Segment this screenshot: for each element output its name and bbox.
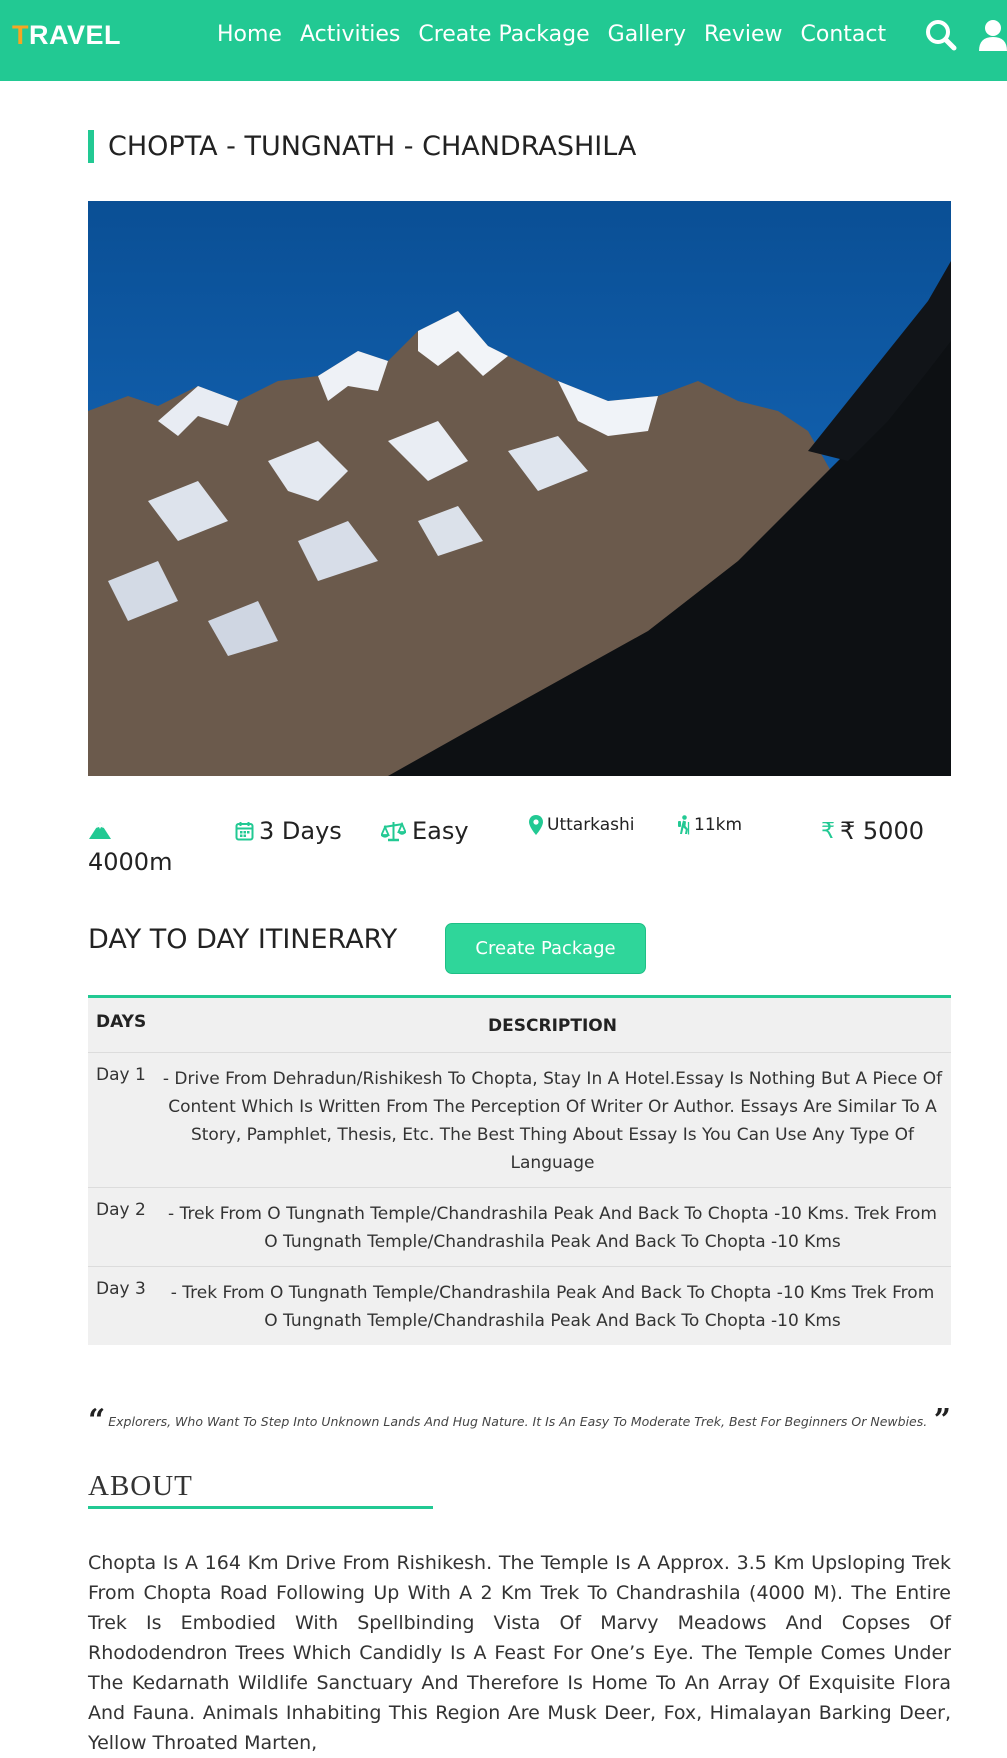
nav-review[interactable]: Review	[704, 22, 783, 47]
day-cell: Day 3	[96, 1279, 146, 1299]
distance-value: 11km	[694, 815, 743, 835]
rupee-icon: ₹	[821, 818, 835, 844]
price-stat: ₹ ₹ 5000	[821, 817, 924, 845]
nav-create-package[interactable]: Create Package	[418, 22, 589, 47]
nav-gallery[interactable]: Gallery	[608, 22, 686, 47]
itinerary-table: DAYS DESCRIPTION Day 1 - Drive From Dehr…	[88, 995, 951, 1345]
open-quote-icon: “	[88, 1403, 106, 1438]
hiking-icon	[678, 815, 690, 835]
mountain-icon	[89, 822, 111, 839]
location-stat: Uttarkashi	[529, 815, 635, 835]
user-icon[interactable]	[976, 18, 1007, 52]
top-navbar: TRAVEL Home Activities Create Package Ga…	[0, 0, 1007, 81]
day-cell: Day 1	[96, 1065, 146, 1085]
site-logo[interactable]: TRAVEL	[12, 20, 121, 51]
distance-stat: 11km	[676, 815, 742, 835]
search-icon[interactable]	[924, 18, 958, 52]
about-underline	[88, 1506, 433, 1509]
description-cell: - Trek From O Tungnath Temple/Chandrashi…	[170, 1283, 935, 1331]
duration-value: 3 Days	[259, 817, 342, 845]
altitude-value: 4000m	[88, 848, 173, 876]
nav-activities[interactable]: Activities	[300, 22, 400, 47]
quote-block: “ Explorers, Who Want To Step Into Unkno…	[88, 1403, 951, 1438]
price-value: ₹ 5000	[840, 817, 924, 845]
create-package-button[interactable]: Create Package	[445, 923, 646, 974]
column-header-days: DAYS	[96, 1012, 147, 1032]
hero-mountain-image	[88, 201, 951, 776]
table-row: Day 3 - Trek From O Tungnath Temple/Chan…	[88, 1267, 951, 1345]
close-quote-icon: ”	[933, 1403, 951, 1438]
altitude-stat: 4000m	[88, 820, 238, 876]
logo-text: RAVEL	[29, 20, 122, 50]
duration-stat: 3 Days	[235, 817, 342, 845]
main-menu: Home Activities Create Package Gallery R…	[217, 22, 904, 47]
quote-text: Explorers, Who Want To Step Into Unknown…	[108, 1413, 928, 1429]
itinerary-heading: DAY TO DAY ITINERARY	[88, 924, 398, 955]
description-cell: - Drive From Dehradun/Rishikesh To Chopt…	[162, 1069, 943, 1173]
day-cell: Day 2	[96, 1200, 146, 1220]
table-row: Day 2 - Trek From O Tungnath Temple/Chan…	[88, 1188, 951, 1267]
calendar-icon	[235, 822, 254, 841]
nav-home[interactable]: Home	[217, 22, 282, 47]
map-marker-icon	[529, 815, 543, 835]
difficulty-value: Easy	[412, 817, 469, 845]
nav-contact[interactable]: Contact	[801, 22, 887, 47]
logo-first-letter: T	[12, 20, 29, 50]
about-heading: ABOUT	[88, 1470, 193, 1502]
package-title-block: CHOPTA - TUNGNATH - CHANDRASHILA	[88, 130, 636, 163]
table-header-row: DAYS DESCRIPTION	[88, 998, 951, 1053]
column-header-description: DESCRIPTION	[488, 1016, 617, 1036]
about-text: Chopta Is A 164 Km Drive From Rishikesh.…	[88, 1552, 951, 1754]
page-title: CHOPTA - TUNGNATH - CHANDRASHILA	[108, 131, 637, 162]
balance-scale-icon	[381, 821, 406, 842]
difficulty-stat: Easy	[381, 817, 469, 845]
description-cell: - Trek From O Tungnath Temple/Chandrashi…	[168, 1204, 937, 1252]
location-value: Uttarkashi	[547, 815, 635, 835]
table-row: Day 1 - Drive From Dehradun/Rishikesh To…	[88, 1053, 951, 1188]
